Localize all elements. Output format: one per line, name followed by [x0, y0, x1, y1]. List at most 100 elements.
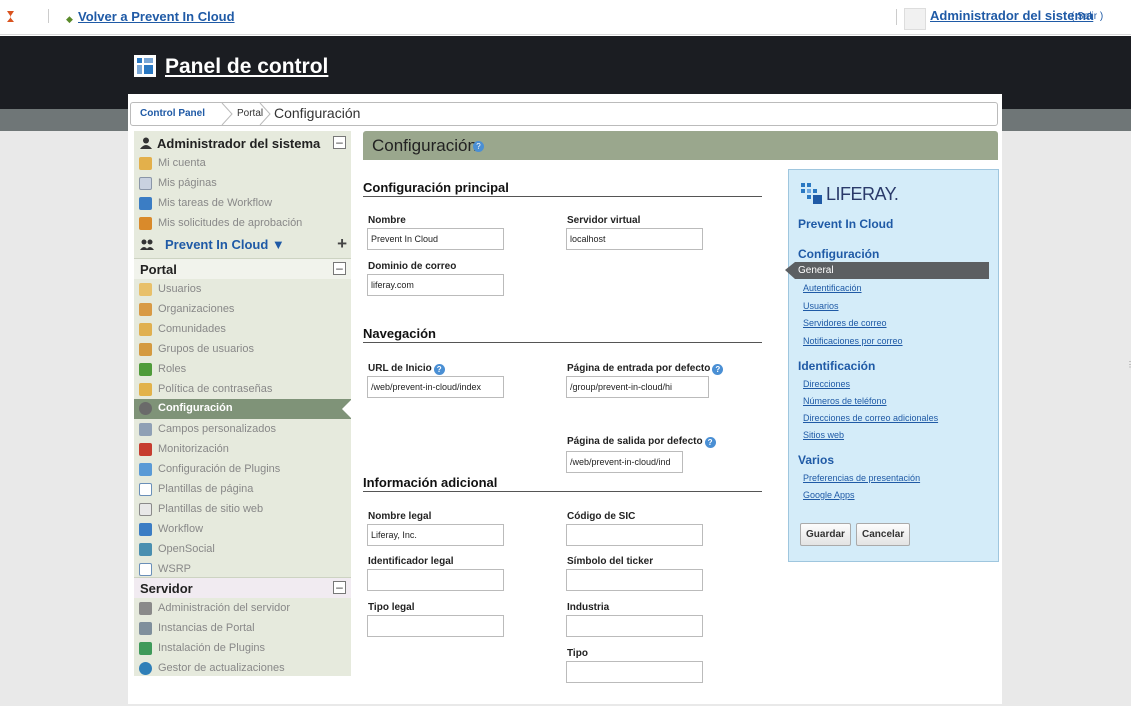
liferay-dock-icon[interactable]	[5, 10, 16, 23]
sidebar-item-label: Roles	[158, 363, 187, 375]
server-admin-icon	[139, 602, 152, 615]
collapse-icon[interactable]: –	[333, 262, 346, 275]
nav-item-general[interactable]: General	[785, 262, 989, 279]
scroll-handle-icon[interactable]: ⋮	[1126, 360, 1131, 369]
sidebar-item-admin-servidor[interactable]: Administración del servidor	[134, 599, 351, 619]
pages-icon	[139, 177, 152, 190]
section-heading-adicional: Información adicional	[363, 475, 498, 490]
nav-link-google-apps[interactable]: Google Apps	[803, 490, 855, 500]
site-selector[interactable]: Prevent In Cloud ▼ +	[134, 234, 351, 255]
sidebar-item-plantillas-sitio[interactable]: Plantillas de sitio web	[134, 500, 351, 520]
liferay-logo-text: LIFERAY.	[826, 184, 899, 204]
user-name-link[interactable]: Administrador del sistema	[930, 8, 1093, 23]
user-avatar[interactable]	[904, 8, 926, 30]
sidebar-item-comunidades[interactable]: Comunidades	[134, 320, 351, 340]
industria-input[interactable]	[566, 615, 703, 637]
sidebar-item-label: Usuarios	[158, 283, 202, 295]
sidebar-item-label: Instalación de Plugins	[158, 642, 266, 654]
sidebar-item-grupos-usuarios[interactable]: Grupos de usuarios	[134, 340, 351, 360]
page-title[interactable]: Panel de control	[165, 55, 328, 79]
label-url-inicio: URL de Inicio?	[368, 363, 445, 375]
sidebar-item-configuracion-plugins[interactable]: Configuración de Plugins	[134, 460, 351, 480]
monitoring-icon	[139, 443, 152, 456]
dock-separator	[48, 9, 49, 23]
help-icon[interactable]: ?	[704, 437, 716, 448]
url-inicio-input[interactable]	[367, 376, 504, 398]
dock-separator	[896, 9, 897, 25]
nombre-legal-input[interactable]	[367, 524, 504, 546]
sidebar-item-workflow[interactable]: Workflow	[134, 520, 351, 540]
breadcrumb-chevron-icon	[221, 103, 233, 125]
sidebar-item-usuarios[interactable]: Usuarios	[134, 280, 351, 300]
sidebar-item-label: Campos personalizados	[158, 423, 277, 435]
sidebar-item-politica-contrasenas[interactable]: Política de contraseñas	[134, 380, 351, 400]
sidebar-item-label: Plantillas de sitio web	[158, 503, 264, 515]
config-title: Configuración	[372, 136, 477, 155]
cancel-button[interactable]: Cancelar	[856, 523, 911, 546]
label-codigo-sic: Código de SIC	[567, 511, 636, 522]
sidebar-item-gestor-actualizaciones[interactable]: Gestor de actualizaciones	[134, 659, 351, 679]
nombre-input[interactable]	[367, 228, 504, 250]
identificador-legal-input[interactable]	[367, 569, 504, 591]
user-icon	[140, 137, 152, 149]
collapse-icon[interactable]: –	[333, 136, 346, 149]
nav-link-notificaciones-correo[interactable]: Notificaciones por correo	[803, 336, 903, 346]
pagina-salida-input[interactable]	[566, 451, 683, 473]
sidebar-item-plantillas-pagina[interactable]: Plantillas de página	[134, 480, 351, 500]
logout-link[interactable]: ( Salir )	[1071, 11, 1103, 22]
password-policy-icon	[139, 383, 152, 396]
sidebar-portal-header[interactable]: Portal –	[134, 258, 351, 279]
help-icon[interactable]: ?	[712, 364, 724, 375]
label-tipo-legal: Tipo legal	[368, 602, 415, 613]
nav-heading-configuracion: Configuración	[798, 247, 880, 261]
nav-link-direcciones-correo-adicionales[interactable]: Direcciones de correo adicionales	[803, 413, 938, 423]
config-title-bar: Configuración ?	[363, 131, 998, 160]
nav-link-numeros-telefono[interactable]: Números de teléfono	[803, 396, 887, 406]
config-nav-panel: LIFERAY. Prevent In Cloud Configuración …	[785, 169, 999, 562]
sidebar-item-opensocial[interactable]: OpenSocial	[134, 540, 351, 560]
dominio-correo-input[interactable]	[367, 274, 504, 296]
site-selector-label: Prevent In Cloud ▼	[165, 237, 285, 252]
sidebar-item-instancias-portal[interactable]: Instancias de Portal	[134, 619, 351, 639]
sidebar-item-mis-tareas-workflow[interactable]: Mis tareas de Workflow	[134, 194, 351, 214]
sidebar-item-mis-paginas[interactable]: Mis páginas	[134, 174, 351, 194]
sidebar-item-label: Grupos de usuarios	[158, 343, 254, 355]
nav-link-preferencias-presentacion[interactable]: Preferencias de presentación	[803, 473, 920, 483]
add-site-icon[interactable]: +	[337, 234, 347, 254]
label-industria: Industria	[567, 602, 610, 613]
collapse-icon[interactable]: –	[333, 581, 346, 594]
nav-link-direcciones[interactable]: Direcciones	[803, 379, 850, 389]
sidebar-item-campos-personalizados[interactable]: Campos personalizados	[134, 420, 351, 440]
sidebar-item-roles[interactable]: Roles	[134, 360, 351, 380]
nav-link-sitios-web[interactable]: Sitios web	[803, 430, 844, 440]
nav-link-usuarios[interactable]: Usuarios	[803, 301, 839, 311]
help-icon[interactable]: ?	[433, 364, 445, 375]
sidebar-item-mis-solicitudes[interactable]: Mis solicitudes de aprobación	[134, 214, 351, 234]
help-icon[interactable]: ?	[473, 141, 484, 152]
save-button[interactable]: Guardar	[800, 523, 851, 546]
sidebar-item-monitorizacion[interactable]: Monitorización	[134, 440, 351, 460]
sidebar-item-organizaciones[interactable]: Organizaciones	[134, 300, 351, 320]
label-tipo: Tipo	[567, 648, 588, 659]
label-nombre: Nombre	[368, 215, 406, 226]
active-arrow-icon	[342, 399, 352, 419]
sidebar-item-mi-cuenta[interactable]: Mi cuenta	[134, 154, 351, 174]
tipo-input[interactable]	[566, 661, 703, 683]
servidor-virtual-input[interactable]	[566, 228, 703, 250]
sidebar-item-instalacion-plugins[interactable]: Instalación de Plugins	[134, 639, 351, 659]
codigo-sic-input[interactable]	[566, 524, 703, 546]
sidebar-server-header[interactable]: Servidor –	[134, 577, 351, 598]
back-to-site-link[interactable]: Volver a Prevent In Cloud	[78, 9, 235, 24]
sidebar-item-label: Mis solicitudes de aprobación	[158, 217, 303, 229]
sidebar-item-label: Configuración	[158, 402, 233, 414]
tipo-legal-input[interactable]	[367, 615, 504, 637]
breadcrumb-control-panel[interactable]: Control Panel	[140, 108, 205, 119]
section-heading-navegacion: Navegación	[363, 326, 436, 341]
pagina-entrada-input[interactable]	[566, 376, 709, 398]
nav-link-servidores-correo[interactable]: Servidores de correo	[803, 318, 887, 328]
nav-link-autentificacion[interactable]: Autentificación	[803, 283, 862, 293]
sidebar-item-configuracion[interactable]: Configuración	[134, 399, 352, 419]
simbolo-ticker-input[interactable]	[566, 569, 703, 591]
sidebar-user-header[interactable]: Administrador del sistema –	[134, 133, 351, 154]
sidebar-item-label: Política de contraseñas	[158, 383, 273, 395]
